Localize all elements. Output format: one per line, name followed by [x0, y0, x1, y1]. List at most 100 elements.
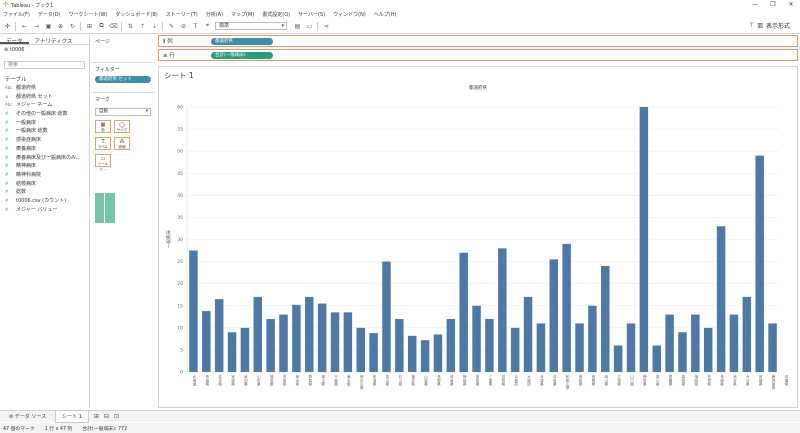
- x-tick-label: 広島県: [616, 374, 621, 386]
- show-me-button[interactable]: ⊤ ▥ 表示形式: [749, 21, 790, 30]
- redo-icon[interactable]: →: [32, 22, 41, 31]
- filter-pill[interactable]: 都道府県 セット: [95, 76, 151, 83]
- x-tick-label: 鳥取県: [578, 374, 583, 386]
- tableau-home-icon[interactable]: ✣: [3, 22, 12, 31]
- field-item[interactable]: # 療養病床: [0, 145, 89, 154]
- y-tick-label: 30: [177, 237, 183, 243]
- x-tick-label: 愛媛県: [668, 374, 673, 386]
- undo-icon[interactable]: ←: [20, 22, 29, 31]
- bar: [523, 296, 533, 372]
- datasource-icon: ⊜: [4, 47, 9, 53]
- title-bar: ✣ Tableau - ブック1 — ❐ ✕: [0, 0, 800, 10]
- menu-worksheet[interactable]: ワークシート(W): [69, 11, 108, 18]
- color-button[interactable]: ▦ 色: [95, 120, 111, 133]
- duplicate-sheet-icon[interactable]: ⧉: [97, 22, 106, 31]
- bar: [407, 335, 417, 372]
- tab-data[interactable]: データ: [0, 35, 29, 45]
- x-tick-label: 富山県: [385, 374, 390, 386]
- x-tick-label: 熊本県: [732, 374, 737, 386]
- search-input[interactable]: 検索: [4, 61, 85, 69]
- columns-pill[interactable]: 都道府県: [211, 37, 273, 45]
- menu-analysis[interactable]: 分析(A): [206, 11, 223, 18]
- field-item[interactable]: ⊘ 都道府県 セット: [0, 93, 89, 102]
- presentation-icon[interactable]: ▭: [305, 22, 314, 31]
- x-tick-label: 三重県: [488, 375, 493, 386]
- x-tick-label: 徳島県: [642, 374, 647, 386]
- field-item[interactable]: # 療養病床及び一般病床のみ...: [0, 154, 89, 163]
- new-story-icon[interactable]: ⊡: [114, 413, 119, 420]
- size-button[interactable]: ◯ サイズ: [114, 120, 130, 133]
- menu-help[interactable]: ヘルプ(H): [374, 11, 397, 18]
- share-icon[interactable]: ⋖: [322, 22, 331, 31]
- show-cards-icon[interactable]: ▤: [293, 22, 302, 31]
- labels-icon[interactable]: T: [191, 22, 200, 31]
- field-item[interactable]: Abc メジャー ネーム: [0, 101, 89, 110]
- swap-rows-columns-icon[interactable]: ⇅: [126, 22, 135, 31]
- field-item[interactable]: # 感染症病床: [0, 136, 89, 145]
- tab-analytics[interactable]: アナリティクス: [29, 35, 79, 45]
- menu-window[interactable]: ウィンドウ(N): [333, 11, 366, 18]
- bar: [343, 312, 353, 372]
- bar: [626, 323, 636, 372]
- bar: [716, 226, 726, 372]
- label-button[interactable]: T ラベル: [95, 137, 111, 150]
- pin-icon[interactable]: ⌖: [203, 22, 212, 31]
- minimize-button[interactable]: —: [746, 0, 764, 10]
- rows-pill[interactable]: 合計(一般病床): [211, 51, 273, 59]
- save-icon[interactable]: ▣: [44, 22, 53, 31]
- show-me-icon: ▥: [757, 22, 763, 29]
- restore-button[interactable]: ❐: [764, 0, 782, 10]
- menu-format[interactable]: 書式設定(O): [262, 11, 290, 18]
- new-worksheet-icon[interactable]: ⊞: [94, 413, 99, 420]
- field-item[interactable]: # 一般病床: [0, 119, 89, 128]
- field-item[interactable]: # t0006.csv (カウント): [0, 197, 89, 206]
- refresh-icon[interactable]: ↻: [68, 22, 77, 31]
- menu-map[interactable]: マップ(M): [231, 11, 254, 18]
- menu-data[interactable]: データ(D): [38, 11, 61, 18]
- x-tick-label: 北海道: [192, 374, 197, 386]
- field-item[interactable]: # 結核病床: [0, 180, 89, 189]
- menu-dashboard[interactable]: ダッシュボード(B): [115, 11, 157, 18]
- label-label: ラベル: [97, 145, 109, 149]
- x-tick-label: 宮城県: [230, 374, 235, 386]
- field-item[interactable]: # 精神病床: [0, 162, 89, 171]
- rows-shelf[interactable]: ≡ 行 合計(一般病床): [158, 49, 798, 61]
- highlight-icon[interactable]: ✎: [167, 22, 176, 31]
- menu-file[interactable]: ファイル(F): [3, 11, 30, 18]
- datasource-item[interactable]: ⊜ t0006: [0, 45, 89, 54]
- field-item[interactable]: # メジャー バリュー: [0, 206, 89, 215]
- new-worksheet-icon[interactable]: ⊞: [85, 22, 94, 31]
- detail-button[interactable]: ⁂ 詳細: [114, 137, 130, 150]
- field-item[interactable]: # 一般病床 総数: [0, 127, 89, 136]
- clear-sheet-icon[interactable]: ⌫: [109, 22, 118, 31]
- field-item[interactable]: # 総数: [0, 188, 89, 197]
- bar: [279, 314, 288, 372]
- measure-type-icon: #: [5, 154, 9, 160]
- fit-select[interactable]: 標準: [215, 22, 287, 30]
- bar: [189, 250, 198, 372]
- new-datasource-icon[interactable]: ⊕: [56, 22, 65, 31]
- toolbar-separator: [80, 21, 81, 31]
- mark-type-select[interactable]: 自動: [95, 108, 151, 116]
- field-item[interactable]: # その他の一般病床 総数: [0, 110, 89, 119]
- field-item[interactable]: # 精神科病院: [0, 171, 89, 180]
- menu-server[interactable]: サーバー(S): [298, 11, 325, 18]
- bar: [395, 319, 404, 372]
- menu-story[interactable]: ストーリー(T): [166, 11, 198, 18]
- sort-ascending-icon[interactable]: ⇡: [138, 22, 147, 31]
- field-item[interactable]: Abc 都道府県: [0, 84, 89, 93]
- bar: [536, 323, 546, 372]
- close-button[interactable]: ✕: [782, 0, 800, 10]
- tooltip-button[interactable]: ▭ ツールヒ...: [95, 154, 111, 171]
- y-tick-label: 50: [177, 149, 183, 155]
- pages-card[interactable]: ページ: [91, 35, 155, 63]
- tab-sheet1[interactable]: シート 1: [55, 410, 89, 423]
- filters-card[interactable]: フィルター 都道府県 セット: [91, 63, 155, 93]
- new-dashboard-icon[interactable]: ⊟: [104, 413, 109, 420]
- tab-datasource[interactable]: ⊜ データ ソース: [3, 411, 52, 422]
- columns-shelf[interactable]: ⦀ 列 都道府県: [158, 35, 798, 47]
- sort-descending-icon[interactable]: ⇣: [150, 22, 159, 31]
- group-icon[interactable]: ⊘: [179, 22, 188, 31]
- x-tick-label: 青森県: [205, 374, 210, 386]
- toolbar-separator: [121, 21, 122, 31]
